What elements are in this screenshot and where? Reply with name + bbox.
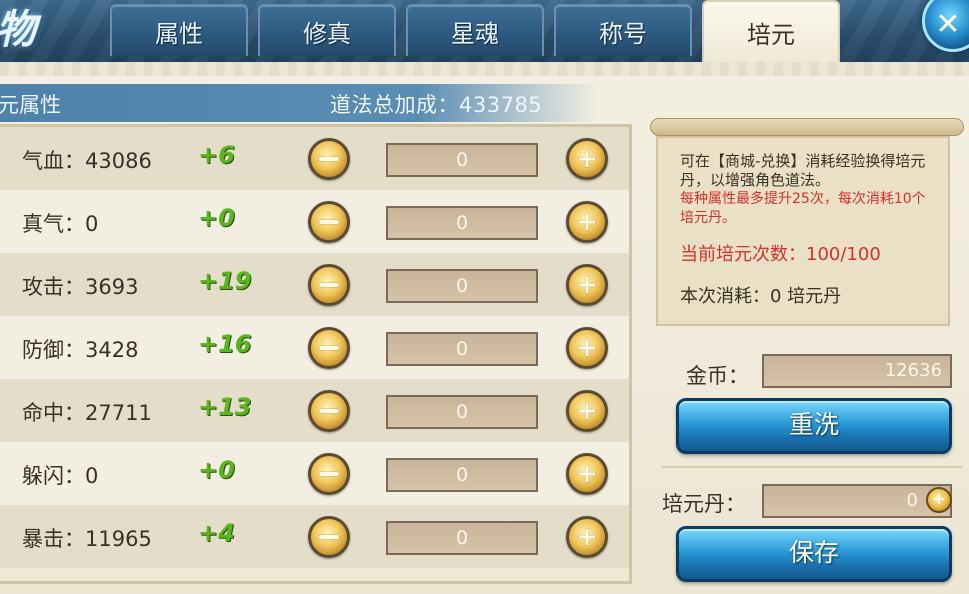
increase-button[interactable]: + — [566, 201, 608, 243]
attribute-section-header: 元属性 道法总加成：433785 — [0, 84, 598, 122]
current-cost: 本次消耗：0 培元丹 — [680, 286, 842, 307]
plus-icon: + — [576, 333, 598, 363]
allocation-input[interactable]: 0 — [386, 521, 538, 555]
info-description: 可在【商城-兑换】消耗经验换得培元丹，以增强角色道法。 — [680, 152, 926, 189]
attribute-bonus: +19 — [198, 267, 252, 295]
plus-icon: + — [576, 270, 598, 300]
section-label: 元属性 — [0, 93, 61, 117]
allocation-input[interactable]: 0 — [386, 395, 538, 429]
attribute-row-hp: 气血：43086 +6 0 + — [0, 127, 629, 190]
decrease-button[interactable] — [308, 516, 350, 558]
increase-button[interactable]: + — [566, 138, 608, 180]
decrease-button[interactable] — [308, 327, 350, 369]
attribute-name: 气血：43086 — [22, 149, 152, 173]
allocation-input[interactable]: 0 — [386, 269, 538, 303]
increase-button[interactable]: + — [566, 453, 608, 495]
save-button[interactable]: 保存 — [676, 526, 952, 582]
increase-button[interactable]: + — [566, 264, 608, 306]
attribute-row-attack: 攻击：3693 +19 0 + — [0, 253, 629, 316]
attribute-row-hit: 命中：27711 +13 0 + — [0, 379, 629, 442]
info-scroll: 可在【商城-兑换】消耗经验换得培元丹，以增强角色道法。 每种属性最多提升25次，… — [656, 136, 950, 326]
minus-icon — [319, 157, 339, 161]
increase-button[interactable]: + — [566, 516, 608, 558]
pill-label: 培元丹： — [662, 492, 746, 516]
attribute-row-defense: 防御：3428 +16 0 + — [0, 316, 629, 379]
top-header: 物 属性 修真 星魂 称号 培元 ✕ — [0, 0, 969, 62]
attribute-bonus: +0 — [198, 456, 235, 484]
scroll-roller — [650, 118, 964, 136]
attribute-name: 命中：27711 — [22, 401, 152, 425]
attribute-row-mp: 真气：0 +0 0 + — [0, 190, 629, 253]
minus-icon — [319, 220, 339, 224]
plus-icon: + — [576, 522, 598, 552]
current-count: 当前培元次数：100/100 — [680, 244, 881, 265]
close-button[interactable]: ✕ — [922, 0, 969, 52]
tab-star-soul[interactable]: 星魂 — [406, 4, 544, 56]
plus-icon: + — [576, 396, 598, 426]
gold-value: 12636 — [762, 354, 952, 388]
attribute-bonus: +6 — [198, 141, 235, 169]
attribute-bonus: +13 — [198, 393, 252, 421]
divider — [662, 466, 962, 468]
gold-label: 金币： — [686, 364, 749, 388]
reset-button[interactable]: 重洗 — [676, 398, 952, 454]
attribute-name: 防御：3428 — [22, 338, 139, 362]
decrease-button[interactable] — [308, 264, 350, 306]
allocation-input[interactable]: 0 — [386, 458, 538, 492]
minus-icon — [319, 283, 339, 287]
tab-attributes[interactable]: 属性 — [110, 4, 248, 56]
attribute-name: 真气：0 — [22, 212, 99, 236]
attribute-list: 气血：43086 +6 0 + 真气：0 +0 0 + 攻击：3693 +19 … — [0, 124, 632, 584]
increase-button[interactable]: + — [566, 390, 608, 432]
minus-icon — [319, 472, 339, 476]
plus-icon: + — [576, 207, 598, 237]
attribute-bonus: +4 — [198, 519, 235, 547]
attribute-bonus: +0 — [198, 204, 235, 232]
attribute-name: 攻击：3693 — [22, 275, 139, 299]
attribute-bonus: +16 — [198, 330, 252, 358]
parchment-edge — [0, 62, 969, 76]
tab-peiyuan[interactable]: 培元 — [702, 0, 840, 62]
attribute-name: 躲闪：0 — [22, 464, 99, 488]
attribute-row-dodge: 躲闪：0 +0 0 + — [0, 442, 629, 505]
decrease-button[interactable] — [308, 390, 350, 432]
increase-button[interactable]: + — [566, 327, 608, 369]
close-icon: ✕ — [935, 6, 961, 42]
minus-icon — [319, 535, 339, 539]
window-title-fragment: 物 — [0, 6, 36, 53]
decrease-button[interactable] — [308, 138, 350, 180]
allocation-input[interactable]: 0 — [386, 332, 538, 366]
tab-titles[interactable]: 称号 — [554, 4, 692, 56]
minus-icon — [319, 409, 339, 413]
minus-icon — [319, 346, 339, 350]
allocation-input[interactable]: 0 — [386, 206, 538, 240]
attribute-row-crit: 暴击：11965 +4 0 + — [0, 505, 629, 568]
info-warning: 每种属性最多提升25次，每次消耗10个培元丹。 — [680, 191, 926, 226]
decrease-button[interactable] — [308, 201, 350, 243]
plus-icon: + — [576, 459, 598, 489]
allocation-input[interactable]: 0 — [386, 143, 538, 177]
plus-icon: + — [576, 144, 598, 174]
attribute-name: 暴击：11965 — [22, 527, 152, 551]
tab-cultivation[interactable]: 修真 — [258, 4, 396, 56]
decrease-button[interactable] — [308, 453, 350, 495]
total-bonus: 道法总加成：433785 — [330, 93, 543, 117]
pill-value: 0 — [762, 484, 952, 518]
coin-plus-icon[interactable]: + — [926, 487, 952, 513]
